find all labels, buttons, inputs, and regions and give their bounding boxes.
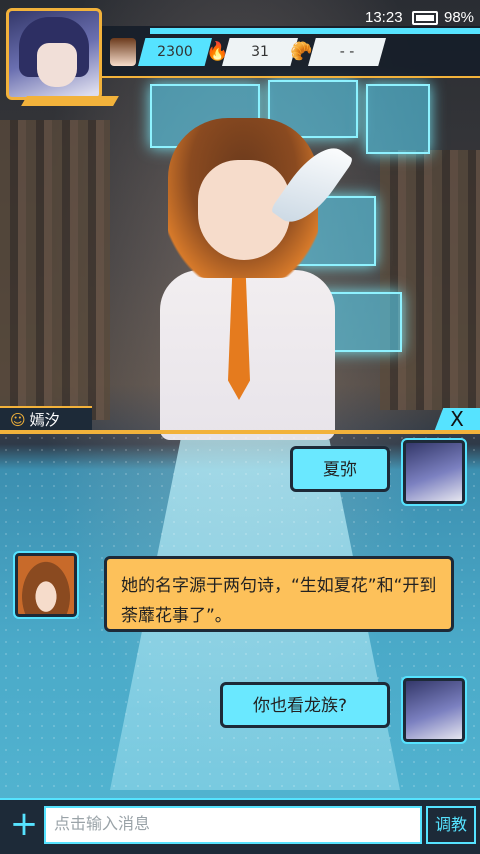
chat-bubble-self: 你也看龙族? xyxy=(220,682,390,728)
battery-icon xyxy=(412,11,438,25)
message-text: 你也看龙族? xyxy=(253,696,348,716)
message-text: 夏弥 xyxy=(323,460,357,480)
fire-counter[interactable]: 31 xyxy=(222,38,298,66)
chat-bubble-self: 夏弥 xyxy=(290,446,390,492)
battery-percent: 98% xyxy=(444,9,475,26)
speaker-tab: ☺ 嫣汐 xyxy=(0,406,92,432)
self-avatar[interactable] xyxy=(401,676,467,744)
bread-counter[interactable]: - - xyxy=(308,38,386,66)
clock: 13:23 xyxy=(365,9,403,26)
speaker-name: 嫣汐 xyxy=(29,411,60,429)
plus-button[interactable]: + xyxy=(6,805,42,845)
speaker-icon: ☺ xyxy=(10,411,26,429)
self-avatar[interactable] xyxy=(401,438,467,506)
hud-accent-line xyxy=(150,28,480,34)
character-avatar[interactable] xyxy=(13,551,79,619)
coin-counter[interactable]: 2300 xyxy=(138,38,212,66)
message-text: 她的名字源于两句诗，“生如夏花”和“开到荼蘼花事了”。 xyxy=(121,576,437,626)
bookshelf-left xyxy=(0,120,110,420)
bookshelf-right xyxy=(380,150,480,410)
dialogue-divider xyxy=(0,430,480,434)
chat-bubble-character: 她的名字源于两句诗，“生如夏花”和“开到荼蘼花事了”。 xyxy=(104,556,454,632)
character-mini-avatar[interactable] xyxy=(110,38,136,66)
hologram-screen xyxy=(366,84,430,154)
avatar-level-bar xyxy=(21,96,119,106)
avatar-face xyxy=(37,43,77,87)
bread-icon: 🥐 xyxy=(290,41,313,62)
send-button[interactable]: 调教 xyxy=(426,806,476,844)
player-avatar[interactable] xyxy=(6,8,102,100)
message-input[interactable] xyxy=(44,806,422,844)
